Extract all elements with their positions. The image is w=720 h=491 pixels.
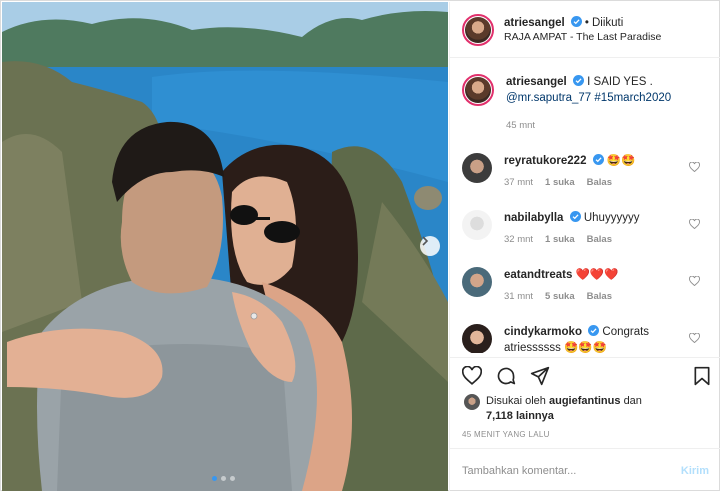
comment-item: cindykarmoko Congrats atriessssss 🤩🤩🤩 — [462, 324, 708, 353]
comment-reply-button[interactable]: Balas — [587, 234, 612, 245]
comment-item: eatandtreats ❤️❤️❤️ 31 mnt 5 suka Balas — [462, 267, 708, 302]
caption-text: I SAID YES . — [587, 76, 653, 88]
verified-icon — [592, 154, 604, 165]
comment-like-heart-icon[interactable] — [689, 333, 700, 343]
post-location[interactable]: RAJA AMPAT - The Last Paradise — [504, 31, 661, 43]
comment-reply-button[interactable]: Balas — [587, 177, 612, 188]
carousel-dot — [212, 476, 217, 481]
comment-time[interactable]: 32 mnt — [504, 234, 533, 245]
comment-likes[interactable]: 5 suka — [545, 291, 575, 302]
bookmark-icon[interactable] — [693, 366, 711, 386]
comment-item: nabilabylla Uhuyyyyyy 32 mnt 1 suka Bala… — [462, 210, 708, 245]
author-avatar[interactable] — [462, 74, 494, 106]
comment-like-heart-icon[interactable] — [689, 276, 700, 286]
author-avatar[interactable] — [462, 13, 494, 46]
caption-time[interactable]: 45 mnt — [506, 120, 535, 131]
header-separator: • — [584, 17, 589, 29]
comment-username[interactable]: cindykarmoko — [504, 326, 582, 338]
comment-username[interactable]: eatandtreats — [504, 269, 572, 281]
carousel-next-button[interactable] — [420, 236, 440, 256]
verified-icon — [588, 325, 600, 336]
comment-time[interactable]: 37 mnt — [504, 177, 533, 188]
post-side-panel: atriesangel • Diikuti RAJA AMPAT - The L… — [449, 2, 720, 491]
caption-username[interactable]: atriesangel — [506, 76, 567, 88]
comment-reply-button[interactable]: Balas — [587, 291, 612, 302]
liker-username[interactable]: augiefantinus — [549, 395, 621, 407]
post-comment-button[interactable]: Kirim — [681, 465, 709, 477]
comment-icon[interactable] — [496, 366, 516, 386]
carousel-dot — [230, 476, 235, 481]
comment-text: ❤️❤️❤️ — [575, 269, 619, 281]
share-icon[interactable] — [530, 366, 550, 386]
comments-list[interactable]: atriesangel I SAID YES . @mr.saputra_77 … — [450, 58, 720, 353]
comment-like-heart-icon[interactable] — [689, 162, 700, 172]
post-timestamp[interactable]: 45 MENIT YANG LALU — [462, 430, 550, 439]
likes-count[interactable]: 7,118 lainnya — [486, 410, 554, 422]
comment-text: 🤩🤩 — [606, 155, 636, 167]
comment-time[interactable]: 31 mnt — [504, 291, 533, 302]
caption: atriesangel I SAID YES . @mr.saputra_77 … — [462, 74, 708, 131]
post-photo[interactable] — [2, 2, 448, 491]
comment-likes[interactable]: 1 suka — [545, 177, 575, 188]
comment-item: reyratukore222 🤩🤩 37 mnt 1 suka Balas — [462, 153, 708, 188]
commenter-avatar[interactable] — [462, 153, 492, 183]
likes-summary: Disukai oleh augiefantinus dan 7,118 lai… — [464, 394, 686, 424]
comment-like-heart-icon[interactable] — [689, 219, 700, 229]
commenter-avatar[interactable] — [462, 267, 492, 297]
verified-icon — [570, 16, 582, 27]
caption-mention[interactable]: @mr.saputra_77 — [506, 92, 591, 104]
verified-icon — [572, 75, 584, 86]
like-heart-icon[interactable] — [462, 366, 482, 385]
likes-conj: dan — [623, 395, 642, 407]
caption-hashtag[interactable]: #15march2020 — [594, 92, 671, 104]
comment-username[interactable]: reyratukore222 — [504, 155, 586, 167]
carousel-dots — [212, 476, 235, 481]
likes-prefix: Disukai oleh — [486, 395, 546, 407]
comment-username[interactable]: nabilabylla — [504, 212, 563, 224]
post-modal: atriesangel • Diikuti RAJA AMPAT - The L… — [0, 0, 720, 491]
post-header: atriesangel • Diikuti RAJA AMPAT - The L… — [450, 2, 720, 58]
add-comment-bar: Kirim — [450, 448, 720, 491]
author-username[interactable]: atriesangel — [504, 17, 565, 29]
liker-avatar[interactable] — [464, 394, 480, 410]
carousel-dot — [221, 476, 226, 481]
post-actions: Disukai oleh augiefantinus dan 7,118 lai… — [450, 357, 720, 491]
photo-illustration — [2, 2, 448, 491]
commenter-avatar[interactable] — [462, 324, 492, 353]
verified-icon — [569, 211, 581, 222]
comment-input[interactable] — [462, 465, 681, 477]
commenter-avatar[interactable] — [462, 210, 492, 240]
comment-likes[interactable]: 1 suka — [545, 234, 575, 245]
chevron-right-icon — [422, 236, 429, 246]
follow-status-button[interactable]: Diikuti — [592, 17, 623, 29]
comment-text: Uhuyyyyyy — [583, 212, 640, 224]
